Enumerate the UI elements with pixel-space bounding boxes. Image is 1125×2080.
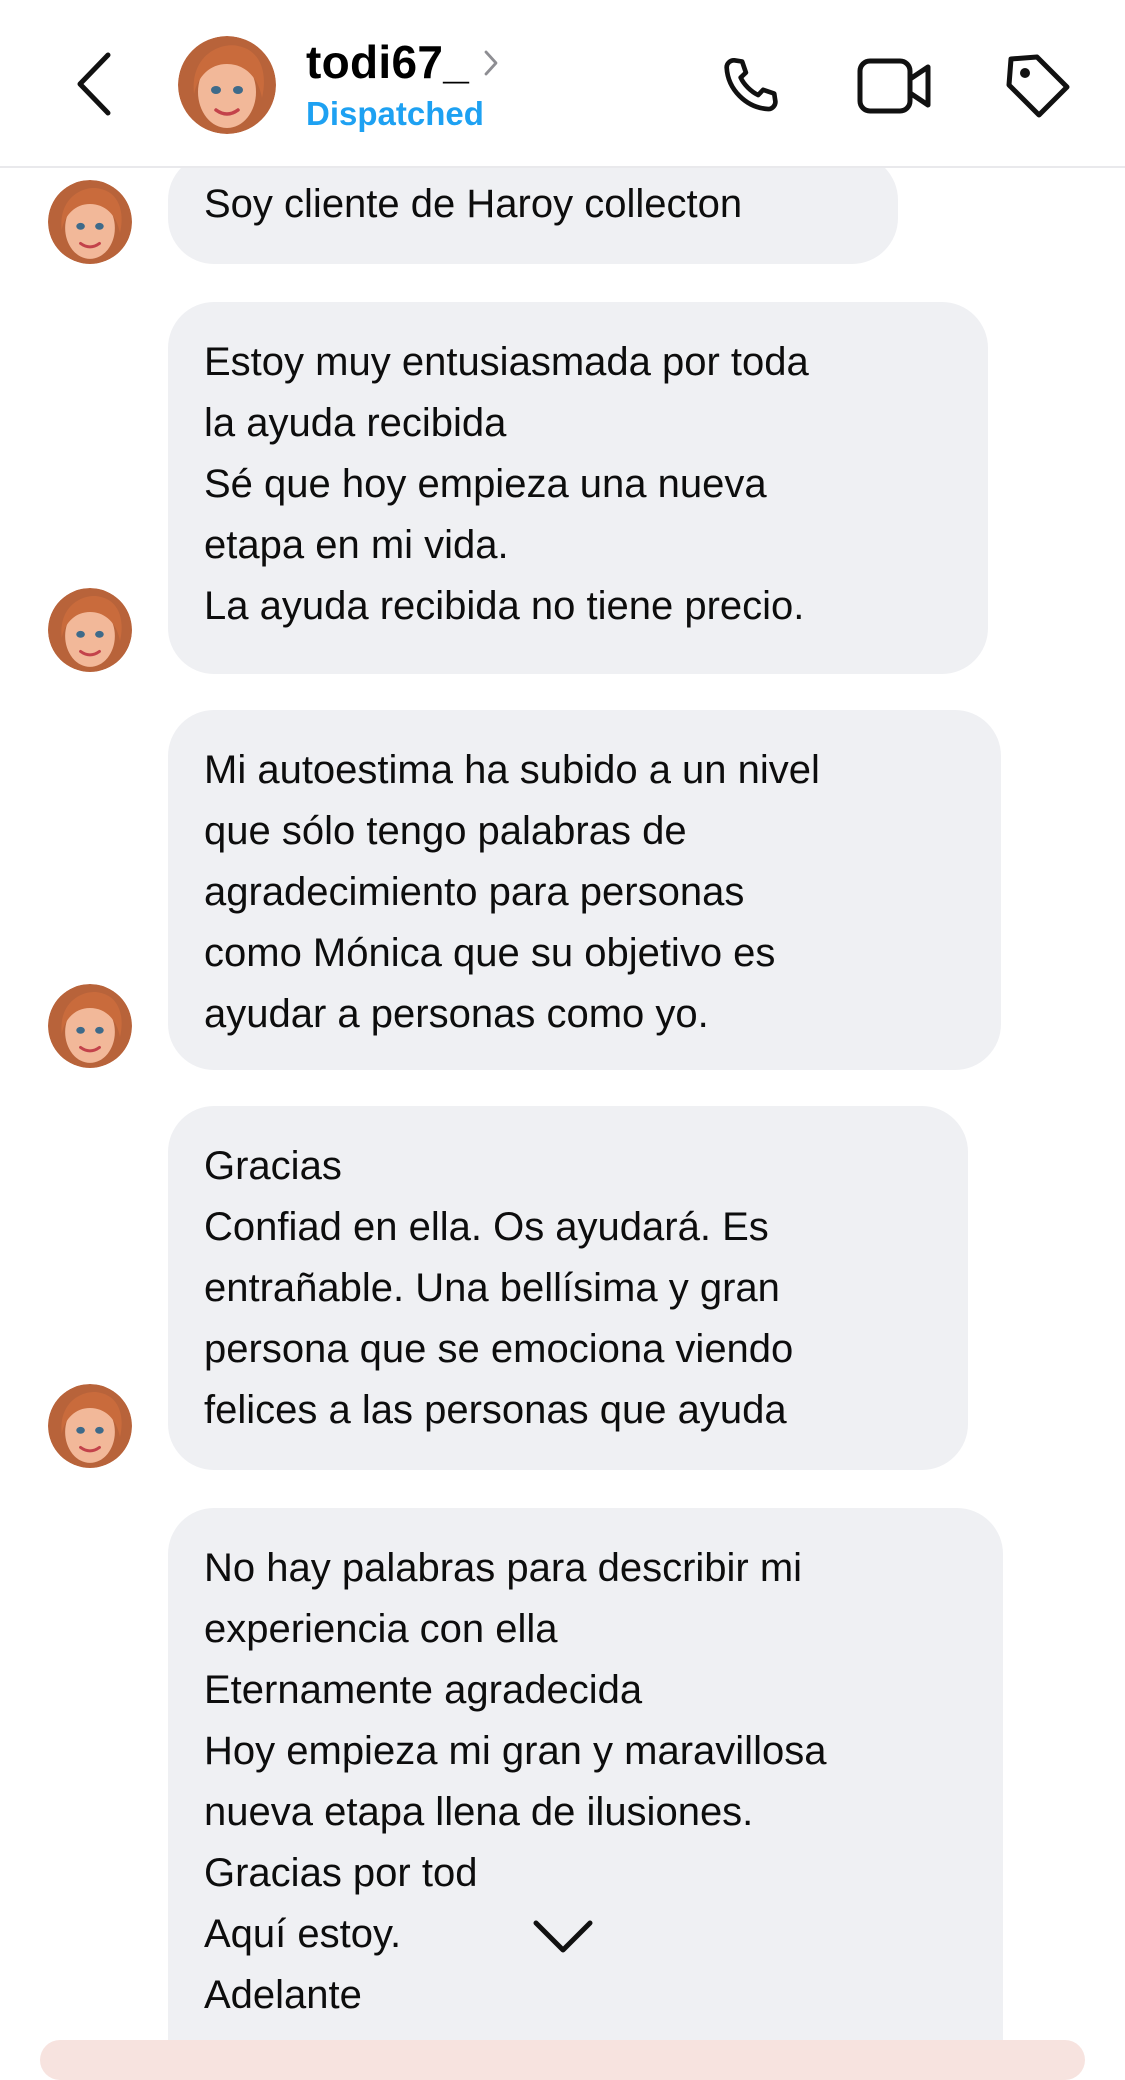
sender-avatar[interactable] — [48, 180, 132, 264]
contact-avatar[interactable] — [178, 36, 276, 134]
video-camera-icon — [857, 58, 931, 114]
message-list[interactable]: Soy cliente de Haroy collecton Estoy muy… — [0, 168, 1125, 2052]
message-line: Gracias por tod — [204, 1851, 478, 1895]
back-chevron-icon — [77, 52, 111, 116]
back-button[interactable] — [64, 44, 124, 124]
message-line: nueva etapa llena de ilusiones. — [204, 1790, 754, 1834]
chat-header: todi67_ Dispatched — [0, 0, 1125, 168]
message-line: ayudar a personas como yo. — [204, 992, 709, 1036]
message-line: agradecimiento para personas — [204, 870, 745, 914]
sender-avatar[interactable] — [48, 984, 132, 1068]
message-line: que sólo tengo palabras de — [204, 809, 687, 853]
message-line: Mi autoestima ha subido a un nivel — [204, 748, 820, 792]
call-button[interactable] — [708, 44, 792, 128]
message-line: Eternamente agradecida — [204, 1668, 643, 1712]
chevron-down-icon — [533, 1920, 593, 1953]
message-line: La ayuda recibida no tiene precio. — [204, 584, 805, 628]
message-line: Adelante — [204, 1973, 362, 2017]
sender-avatar[interactable] — [48, 588, 132, 672]
video-call-button[interactable] — [852, 44, 936, 128]
message-line: Sé que hoy empieza una nueva — [204, 462, 767, 506]
message-line: experiencia con ella — [204, 1607, 558, 1651]
message-line: entrañable. Una bellísima y gran — [204, 1266, 780, 1310]
message-line: No hay palabras para describir mi — [204, 1546, 803, 1590]
message-line: Hoy empieza mi gran y maravillosa — [204, 1729, 827, 1773]
contact-title[interactable]: todi67_ Dispatched — [306, 34, 499, 134]
message-line: como Mónica que su objetivo es — [204, 931, 776, 975]
chevron-right-icon — [484, 50, 498, 76]
tag-icon — [1006, 54, 1070, 118]
message-line: etapa en mi vida. — [204, 523, 509, 567]
message-line: Soy cliente de Haroy collecton — [204, 182, 743, 226]
message-bubble[interactable]: Mi autoestima ha subido a un nivel que s… — [168, 710, 1001, 1070]
message-line: Estoy muy entusiasmada por toda — [204, 340, 809, 384]
contact-username: todi67_ — [306, 36, 470, 88]
sender-avatar[interactable] — [48, 1384, 132, 1468]
phone-icon — [724, 58, 778, 112]
message-composer[interactable] — [40, 2040, 1085, 2080]
message-line: la ayuda recibida — [204, 401, 507, 445]
message-line: persona que se emociona viendo — [204, 1327, 794, 1371]
message-line: felices a las personas que ayuda — [204, 1388, 787, 1432]
message-line: Gracias — [204, 1144, 342, 1188]
scroll-to-bottom-button[interactable] — [528, 1902, 598, 1972]
message-bubble[interactable]: Gracias Confiad en ella. Os ayudará. Es … — [168, 1106, 968, 1470]
message-bubble[interactable]: Soy cliente de Haroy collecton — [168, 168, 898, 264]
message-line: Confiad en ella. Os ayudará. Es — [204, 1205, 769, 1249]
label-button[interactable] — [996, 44, 1080, 128]
message-bubble[interactable]: Estoy muy entusiasmada por toda la ayuda… — [168, 302, 988, 674]
contact-status: Dispatched — [306, 95, 484, 132]
